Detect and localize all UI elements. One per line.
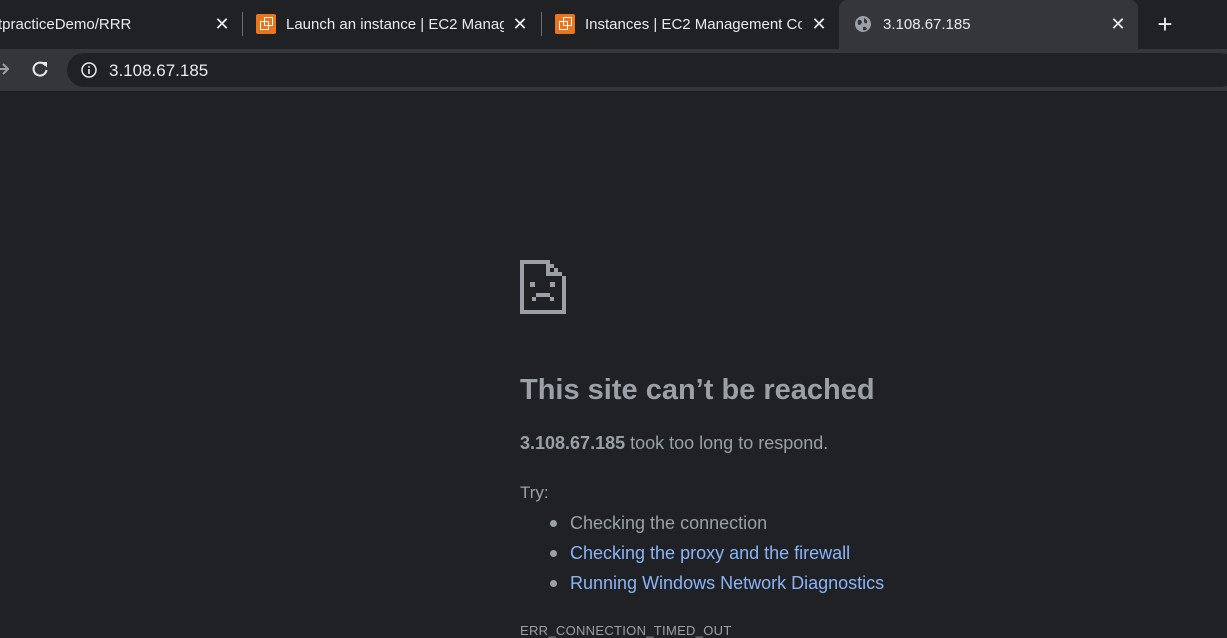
globe-icon <box>855 16 871 32</box>
tab-title: Launch an instance | EC2 Manage <box>286 16 504 33</box>
tab-launch-instance[interactable]: Launch an instance | EC2 Manage ✕ <box>243 0 541 49</box>
tab-title: 3.108.67.185 <box>883 16 971 33</box>
tab-active-ip[interactable]: 3.108.67.185 ✕ <box>839 0 1138 49</box>
tab-instances[interactable]: Instances | EC2 Management Cor ✕ <box>542 0 839 49</box>
url-text[interactable]: 3.108.67.185 <box>109 61 208 81</box>
close-icon[interactable]: ✕ <box>1109 15 1127 33</box>
address-bar[interactable]: 3.108.67.185 <box>67 53 1227 87</box>
forward-arrow-icon[interactable] <box>0 60 12 78</box>
suggestion-check-connection: Checking the connection <box>570 513 768 533</box>
error-message: took too long to respond. <box>625 433 829 453</box>
try-label: Try: <box>520 483 549 502</box>
suggestion-network-diagnostics-link[interactable]: Running Windows Network Diagnostics <box>570 572 884 594</box>
close-icon[interactable]: ✕ <box>511 15 529 33</box>
new-tab-button[interactable]: + <box>1153 11 1177 37</box>
tab-title: tpracticeDemo/RRR <box>0 16 132 33</box>
tab-title: Instances | EC2 Management Cor <box>585 16 802 33</box>
toolbar: 3.108.67.185 <box>0 49 1227 92</box>
tab-strip: tpracticeDemo/RRR ✕ Launch an instance |… <box>0 0 1227 49</box>
info-icon[interactable] <box>81 62 97 78</box>
aws-icon <box>256 14 276 34</box>
close-icon[interactable]: ✕ <box>213 15 231 33</box>
reload-icon[interactable] <box>30 59 50 79</box>
error-host: 3.108.67.185 <box>520 433 626 453</box>
close-icon[interactable]: ✕ <box>810 15 828 33</box>
error-heading: This site can’t be reached <box>520 374 875 406</box>
aws-icon <box>555 14 575 34</box>
error-description: 3.108.67.185 took too long to respond. <box>520 433 828 454</box>
suggestion-proxy-firewall-link[interactable]: Checking the proxy and the firewall <box>570 542 850 564</box>
sad-page-icon <box>520 260 566 314</box>
tab-github[interactable]: tpracticeDemo/RRR ✕ <box>0 0 242 49</box>
